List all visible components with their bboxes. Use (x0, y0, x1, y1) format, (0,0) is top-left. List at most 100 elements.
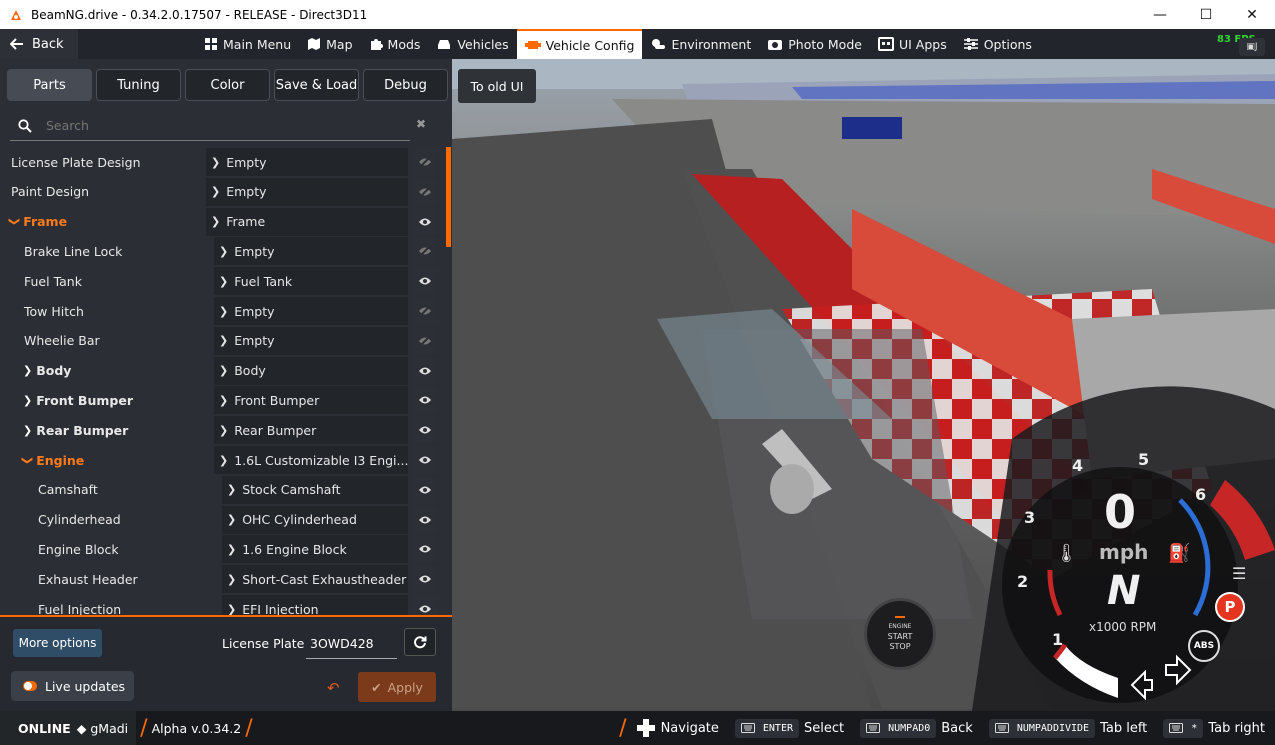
eye-off-icon[interactable] (412, 149, 438, 175)
maximize-button[interactable]: ☐ (1183, 0, 1229, 29)
hint-tab-left: NUMPADDIVIDE Tab left (988, 718, 1157, 738)
engine-start-stop-button[interactable]: ENGINE START STOP (864, 598, 936, 670)
eye-icon[interactable] (412, 566, 438, 593)
chevron-right-icon: ❯ (219, 334, 229, 348)
minimize-button[interactable]: — (1137, 0, 1183, 29)
part-selector[interactable]: ❯ Frame (206, 207, 408, 236)
menu-item-vehicles[interactable]: Vehicles (428, 29, 516, 59)
back-button[interactable]: Back (0, 29, 78, 59)
eye-off-icon[interactable] (412, 178, 438, 205)
username: gMadi (90, 720, 129, 736)
part-selector[interactable]: ❯ Rear Bumper (214, 416, 408, 445)
camera-key-button[interactable]: ▣ J (1239, 38, 1265, 56)
undo-icon[interactable]: ↶ (327, 679, 340, 697)
part-selector[interactable]: ❯ Empty (206, 177, 408, 206)
hint-select: ENTER Select (734, 718, 854, 738)
online-label: ONLINE (18, 720, 71, 736)
menu-item-map[interactable]: Map (299, 29, 360, 59)
to-old-ui-button[interactable]: To old UI (458, 69, 536, 103)
randomize-plate-button[interactable] (404, 628, 436, 656)
live-updates-toggle[interactable]: Live updates (11, 671, 134, 701)
eye-icon[interactable] (412, 506, 438, 533)
eye-icon[interactable] (412, 536, 438, 563)
more-options-button[interactable]: More options (13, 629, 102, 657)
license-plate-label: License Plate (222, 636, 305, 651)
part-selector[interactable]: ❯ Empty (214, 297, 408, 325)
chevron-right-icon: ❯ (227, 483, 237, 497)
part-selector[interactable]: ❯ Fuel Tank (214, 267, 408, 296)
live-updates-label: Live updates (45, 678, 126, 694)
close-button[interactable]: ✕ (1229, 0, 1275, 29)
hint-tab-right: * Tab right (1163, 718, 1275, 738)
tab-tuning[interactable]: Tuning (96, 69, 181, 101)
menu-item-label: Options (983, 36, 1032, 52)
menu-item-vehicle-config[interactable]: Vehicle Config (516, 29, 643, 59)
menu-item-options[interactable]: Options (955, 29, 1040, 59)
part-label-wrap: Paint Design (11, 184, 89, 199)
eye-icon[interactable] (412, 476, 438, 503)
camera-key-label: J (1254, 42, 1258, 52)
menu-item-label: Main Menu (223, 36, 292, 52)
tab-parts[interactable]: Parts (7, 69, 92, 101)
part-selector[interactable]: ❯ Stock Camshaft (222, 475, 408, 504)
tab-debug[interactable]: Debug (363, 69, 448, 101)
menu-item-mods[interactable]: Mods (361, 29, 429, 59)
chevron-right-icon[interactable]: ❯ (23, 424, 32, 437)
eye-off-icon[interactable] (412, 327, 438, 354)
chevron-right-icon[interactable]: ❯ (23, 394, 32, 407)
part-selector[interactable]: ❯ OHC Cylinderhead (222, 505, 408, 534)
chevron-down-icon[interactable]: ❯ (8, 217, 21, 226)
search-input[interactable] (46, 118, 376, 133)
part-label-wrap[interactable]: ❯ Body (23, 363, 71, 378)
part-label: Brake Line Lock (24, 243, 123, 259)
part-label-wrap: Cylinderhead (38, 512, 121, 527)
menu-item-environment[interactable]: Environment (642, 29, 759, 59)
menu-item-main-menu[interactable]: Main Menu (196, 29, 299, 59)
menu-item-photo-mode[interactable]: Photo Mode (759, 29, 870, 59)
part-selector[interactable]: ❯ Short-Cast Exhaustheader (222, 565, 408, 594)
part-label-wrap[interactable]: ❯ Frame (8, 214, 67, 229)
menu-item-label: Map (326, 36, 353, 52)
part-selector[interactable]: ❯ Empty (214, 326, 408, 355)
part-value: 1.6 Engine Block (242, 541, 347, 557)
parts-scrollbar[interactable] (446, 147, 451, 247)
menu-item-ui-apps[interactable]: UI Apps (870, 29, 955, 59)
eye-off-icon[interactable] (412, 298, 438, 324)
part-selector[interactable]: ❯ Empty (214, 237, 408, 266)
eye-icon[interactable] (412, 447, 438, 473)
part-selector[interactable]: ❯ Front Bumper (214, 386, 408, 415)
chevron-down-icon[interactable]: ❯ (21, 455, 34, 464)
part-selector[interactable]: ❯ Body (214, 356, 408, 385)
eye-icon[interactable] (412, 357, 438, 384)
config-tabs: Parts Tuning Color Save & Load Debug (7, 69, 448, 101)
part-label-wrap[interactable]: ❯ Engine (21, 453, 84, 468)
apply-button[interactable]: ✔ Apply (358, 672, 436, 702)
eye-icon[interactable] (412, 417, 438, 444)
part-label: Paint Design (11, 184, 90, 200)
hint-label: Back (941, 720, 973, 736)
license-plate-input[interactable]: 3OWD428 (306, 629, 397, 659)
eye-icon[interactable] (412, 208, 438, 235)
eye-icon[interactable] (412, 387, 438, 414)
engine-indicator-icon (895, 616, 905, 618)
part-row: Paint Design ❯ Empty (0, 177, 440, 207)
chevron-right-icon[interactable]: ❯ (23, 364, 32, 377)
tab-save-load[interactable]: Save & Load (274, 69, 359, 101)
clear-search-icon[interactable]: ✖ (416, 117, 426, 131)
part-label-wrap[interactable]: ❯ Rear Bumper (23, 423, 128, 438)
tab-color[interactable]: Color (185, 69, 270, 101)
refresh-icon (414, 636, 427, 649)
part-value: Short-Cast Exhaustheader (242, 571, 407, 587)
engine-icon (524, 38, 546, 52)
apps-icon (877, 37, 899, 51)
hint-label: Tab left (1100, 720, 1148, 736)
menu-item-label: Vehicle Config (545, 37, 635, 53)
camera-icon (767, 37, 788, 51)
part-selector[interactable]: ❯ Empty (206, 148, 408, 176)
part-label-wrap[interactable]: ❯ Front Bumper (23, 393, 133, 408)
part-selector[interactable]: ❯ 1.6L Customizable I3 Engi... (214, 446, 408, 474)
eye-icon[interactable] (412, 268, 438, 295)
parking-brake-icon: P (1215, 592, 1245, 622)
eye-off-icon[interactable] (412, 238, 438, 265)
part-selector[interactable]: ❯ 1.6 Engine Block (222, 535, 408, 564)
